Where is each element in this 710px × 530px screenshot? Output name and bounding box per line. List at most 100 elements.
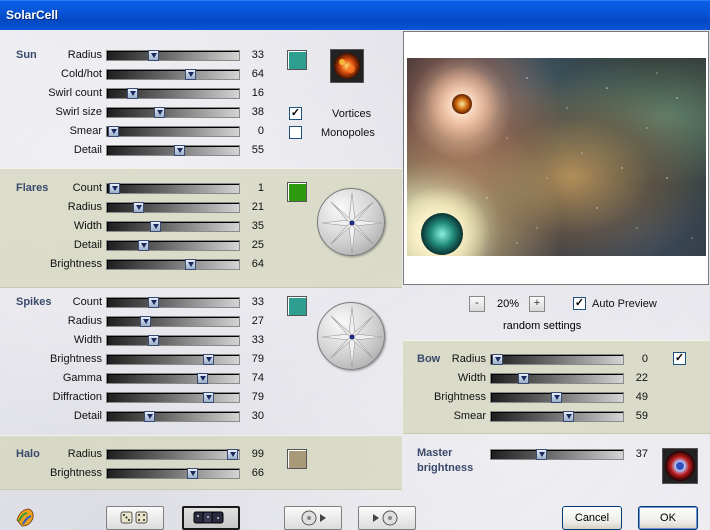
spikes-gamma-label: Gamma: [62, 372, 102, 384]
flares-width-slider[interactable]: [106, 221, 240, 232]
flares-radius-value: 21: [251, 201, 264, 213]
spikes-brightness-label: Brightness: [50, 353, 102, 365]
sun-detail-slider[interactable]: [106, 145, 240, 156]
ok-button[interactable]: OK: [638, 506, 698, 530]
spikes-width-label: Width: [73, 334, 102, 346]
zoom-out-button[interactable]: -: [469, 296, 485, 312]
spikes-detail-slider[interactable]: [106, 411, 240, 422]
flares-radius-label: Radius: [67, 201, 102, 213]
spikes-brightness-slider[interactable]: [106, 354, 240, 365]
slider-thumb[interactable]: [196, 373, 208, 384]
slider-thumb[interactable]: [127, 88, 139, 99]
slider-thumb[interactable]: [147, 50, 159, 61]
sun-smear-label: Smear: [69, 125, 102, 137]
flares-brightness-value: 64: [251, 258, 264, 270]
slider-thumb[interactable]: [133, 202, 145, 213]
random-dice-button-pressed[interactable]: [182, 506, 240, 530]
flares-detail-value: 25: [251, 239, 264, 251]
spikes-direction-knob[interactable]: [317, 302, 385, 370]
slider-thumb[interactable]: [138, 240, 149, 251]
halo-brightness-slider[interactable]: [106, 468, 240, 479]
sun-swirl-size-slider[interactable]: [106, 107, 240, 118]
preview-frame: [403, 31, 709, 285]
spikes-diffraction-slider[interactable]: [106, 392, 240, 403]
cancel-button[interactable]: Cancel: [562, 506, 622, 530]
flares-color-swatch[interactable]: [287, 182, 307, 202]
slider-thumb[interactable]: [150, 221, 161, 232]
master-star-icon: [665, 451, 695, 481]
slider-thumb[interactable]: [153, 107, 165, 118]
slider-thumb[interactable]: [550, 392, 562, 403]
sun-radius-value: 33: [251, 49, 264, 61]
slider-thumb[interactable]: [108, 126, 119, 137]
bow-smear-slider[interactable]: [490, 411, 624, 422]
sun-color-swatch[interactable]: [287, 50, 307, 70]
spikes-radius-slider[interactable]: [106, 316, 240, 327]
master-title-line1: Master: [417, 447, 453, 459]
monopoles-checkbox[interactable]: [289, 126, 302, 139]
slider-thumb[interactable]: [147, 335, 159, 346]
flares-width-value: 35: [251, 220, 264, 232]
bow-radius-slider[interactable]: [490, 354, 624, 365]
slider-thumb[interactable]: [109, 183, 121, 194]
slider-thumb[interactable]: [174, 145, 185, 156]
sun-swirl-count-value: 16: [251, 87, 264, 99]
slider-thumb[interactable]: [536, 449, 548, 460]
slider-thumb[interactable]: [184, 69, 196, 80]
slider-thumb[interactable]: [518, 373, 530, 384]
spikes-gamma-slider[interactable]: [106, 373, 240, 384]
spikes-detail-label: Detail: [73, 410, 102, 422]
halo-color-swatch[interactable]: [287, 449, 307, 469]
bow-enable-checkbox[interactable]: ✓: [673, 352, 686, 365]
flares-direction-knob[interactable]: [317, 188, 385, 256]
master-brightness-preview-button[interactable]: [662, 448, 698, 484]
sun-smear-slider[interactable]: [106, 126, 240, 137]
vortices-checkbox[interactable]: ✓: [289, 107, 302, 120]
slider-thumb[interactable]: [140, 316, 152, 327]
flares-count-slider[interactable]: [106, 183, 240, 194]
sun-radius-label: Radius: [67, 49, 102, 61]
preview-image[interactable]: [407, 58, 706, 256]
halo-band: [0, 435, 402, 490]
master-brightness-slider[interactable]: [490, 449, 624, 460]
auto-preview-checkbox[interactable]: ✓: [573, 297, 586, 310]
title-bar: SolarCell: [0, 0, 710, 30]
randomize-button[interactable]: [106, 506, 164, 530]
master-brightness-value: 37: [635, 448, 648, 460]
slider-thumb[interactable]: [187, 468, 199, 479]
slider-thumb[interactable]: [144, 411, 155, 422]
slider-thumb[interactable]: [492, 354, 503, 365]
spikes-detail-value: 30: [251, 410, 264, 422]
slider-thumb[interactable]: [147, 297, 159, 308]
load-preset-button[interactable]: [284, 506, 342, 530]
slider-thumb[interactable]: [184, 259, 196, 270]
sun-swirl-count-label: Swirl count: [48, 87, 102, 99]
spikes-color-swatch[interactable]: [287, 296, 307, 316]
halo-brightness-label: Brightness: [50, 467, 102, 479]
sun-swirl-size-label: Swirl size: [55, 106, 102, 118]
slider-thumb[interactable]: [202, 392, 214, 403]
sun-radius-slider[interactable]: [106, 50, 240, 61]
bow-brightness-slider[interactable]: [490, 392, 624, 403]
bow-width-slider[interactable]: [490, 373, 624, 384]
sun-cold-hot-label: Cold/hot: [61, 68, 102, 80]
sun-cold-hot-slider[interactable]: [106, 69, 240, 80]
slider-thumb[interactable]: [202, 354, 214, 365]
spikes-star-icon: [321, 306, 383, 368]
flares-brightness-slider[interactable]: [106, 259, 240, 270]
spikes-count-slider[interactable]: [106, 297, 240, 308]
flares-count-label: Count: [72, 182, 102, 194]
flares-detail-slider[interactable]: [106, 240, 240, 251]
auto-preview-label: Auto Preview: [592, 298, 657, 310]
sun-detail-value: 55: [251, 144, 264, 156]
zoom-in-button[interactable]: +: [529, 296, 545, 312]
save-preset-button[interactable]: [358, 506, 416, 530]
sun-detail-label: Detail: [73, 144, 102, 156]
sun-swirl-count-slider[interactable]: [106, 88, 240, 99]
random-settings-link[interactable]: random settings: [503, 320, 581, 332]
slider-thumb[interactable]: [562, 411, 574, 422]
spikes-width-slider[interactable]: [106, 335, 240, 346]
sun-texture-button[interactable]: [330, 49, 364, 83]
flares-radius-slider[interactable]: [106, 202, 240, 213]
halo-radius-slider[interactable]: [106, 449, 240, 460]
